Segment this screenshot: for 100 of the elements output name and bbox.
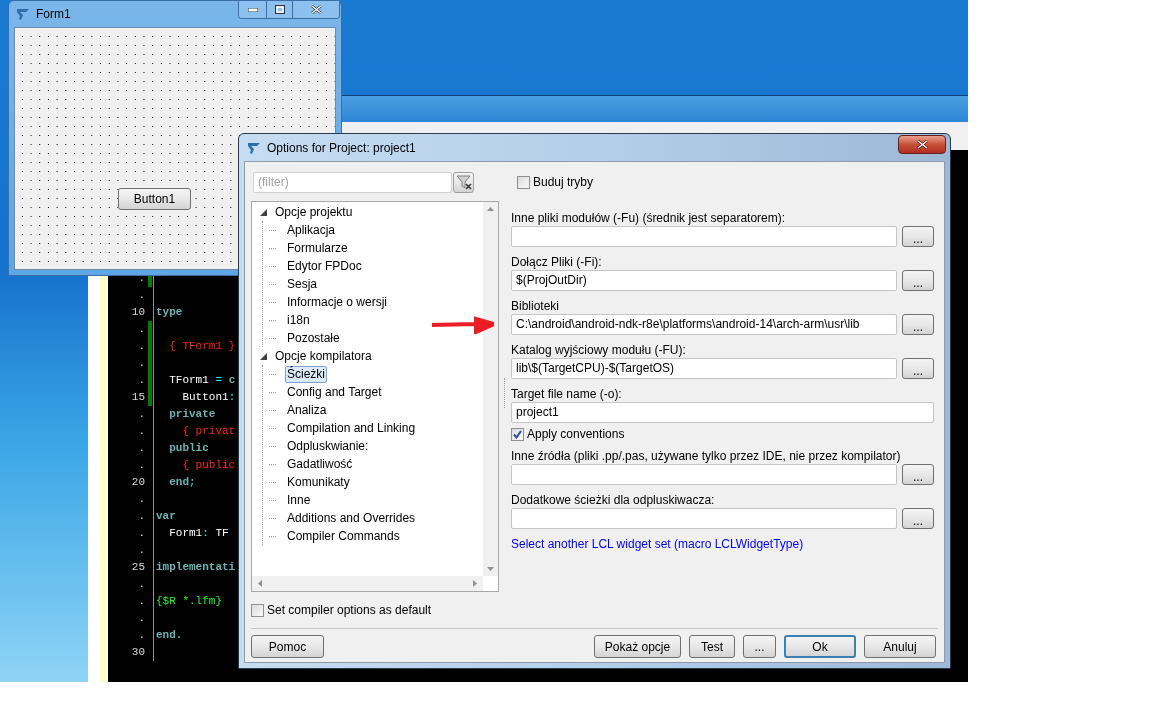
tree-item[interactable]: Config and Target	[285, 383, 384, 401]
browse-button[interactable]: ...	[902, 270, 934, 291]
input-field[interactable]: lib\$(TargetCPU)-$(TargetOS)	[511, 358, 897, 379]
browse-button[interactable]: ...	[902, 226, 934, 247]
input-field[interactable]: $(ProjOutDir)	[511, 270, 897, 291]
line-number: .	[138, 288, 146, 303]
line-number: 20	[131, 475, 146, 490]
expander-icon[interactable]	[260, 352, 267, 360]
close-button[interactable]	[293, 1, 339, 18]
checkbox-label[interactable]: Apply conventions	[527, 425, 625, 443]
dialog-button[interactable]: Test	[689, 635, 735, 658]
vertical-scrollbar[interactable]	[483, 202, 498, 576]
code-line: Button1:	[181, 390, 236, 405]
tree-item[interactable]: Odpluskwianie:	[285, 437, 371, 455]
scroll-right-icon[interactable]	[473, 580, 477, 587]
tree-item[interactable]: Aplikacja	[285, 221, 338, 239]
checkbox[interactable]	[517, 175, 530, 189]
tree-item[interactable]: Opcje kompilatora	[273, 347, 374, 365]
tree-item[interactable]: Additions and Overrides	[285, 509, 418, 527]
tree-item[interactable]: Komunikaty	[285, 473, 352, 491]
browse-button[interactable]: ...	[902, 314, 934, 335]
browse-button[interactable]: ...	[902, 464, 934, 485]
line-number: .	[138, 611, 146, 626]
tree-item[interactable]: Pozostałe	[285, 329, 342, 347]
line-number: .	[138, 441, 146, 456]
close-button[interactable]	[898, 135, 946, 154]
form-button[interactable]: Button1	[118, 188, 191, 210]
horizontal-scrollbar[interactable]	[252, 576, 483, 591]
line-number: .	[138, 407, 146, 422]
code-line: { privat	[181, 424, 236, 439]
app-icon	[247, 140, 261, 155]
tree-item[interactable]: Edytor FPDoc	[285, 257, 364, 275]
line-number: .	[138, 526, 146, 541]
code-line: end.	[155, 628, 183, 643]
scroll-down-icon[interactable]	[487, 567, 494, 571]
line-number: .	[138, 339, 146, 354]
maximize-button[interactable]	[267, 1, 293, 18]
checkbox-label[interactable]: Buduj tryby	[533, 173, 594, 191]
code-line: type	[155, 305, 183, 320]
field-label: Inne źródła (pliki .pp/.pas, używane tylko przez IDE, nie przez kompilator)	[511, 449, 902, 463]
tree-item[interactable]: Compiler Commands	[285, 527, 402, 545]
checkbox[interactable]	[251, 603, 264, 617]
line-number: 10	[131, 305, 146, 320]
input-field[interactable]: C:\android\android-ndk-r8e\platforms\android-14\arch-arm\usr\lib	[511, 314, 897, 335]
input-field[interactable]: project1	[511, 402, 934, 423]
scroll-left-icon[interactable]	[258, 580, 262, 587]
tree-item[interactable]: Sesja	[285, 275, 320, 293]
scroll-up-icon[interactable]	[487, 207, 494, 211]
dialog-button[interactable]: Anuluj	[864, 635, 936, 658]
dialog-button[interactable]: ...	[743, 635, 776, 658]
input-field[interactable]	[511, 508, 897, 529]
dialog-button[interactable]: Ok	[784, 635, 856, 658]
line-number: .	[138, 543, 146, 558]
line-number: .	[138, 424, 146, 439]
window-title: Form1	[36, 6, 71, 23]
line-number: 25	[131, 560, 146, 575]
line-number: .	[138, 458, 146, 473]
field-label: Dodatkowe ścieżki dla odpluskiwacza:	[511, 493, 716, 507]
help-button[interactable]: Pomoc	[251, 635, 324, 658]
input-field[interactable]	[511, 464, 897, 485]
tree-item[interactable]: Compilation and Linking	[285, 419, 418, 437]
code-line: public	[168, 441, 209, 456]
tree-item[interactable]: Ścieżki	[285, 365, 327, 383]
line-number: .	[138, 594, 146, 609]
expander-icon[interactable]	[260, 208, 267, 216]
tree-item[interactable]: Informacje o wersji	[285, 293, 390, 311]
line-number: .	[138, 577, 146, 592]
code-line: TForm1 = c	[168, 373, 236, 388]
line-number: .	[138, 373, 146, 388]
tree-item[interactable]: Analiza	[285, 401, 329, 419]
field-label: Dołącz Pliki (-Fi):	[511, 255, 603, 269]
tree-item[interactable]: Inne	[285, 491, 313, 509]
checkbox[interactable]	[511, 427, 524, 441]
line-number: .	[138, 509, 146, 524]
tree-item[interactable]: i18n	[285, 311, 312, 329]
minimize-icon	[247, 7, 258, 12]
tree-item[interactable]: Formularze	[285, 239, 350, 257]
dialog-button[interactable]: Pokaż opcje	[594, 635, 681, 658]
splitter-handle[interactable]	[504, 378, 506, 408]
widget-set-link[interactable]: Select another LCL widget set (macro LCLWidgetType)	[511, 537, 804, 551]
tree-item[interactable]: Gadatliwość	[285, 455, 355, 473]
field-label: Biblioteki	[511, 299, 561, 313]
close-icon	[916, 140, 928, 149]
input-field[interactable]	[511, 226, 897, 247]
line-number: .	[138, 271, 146, 286]
code-line: { public	[181, 458, 236, 473]
app-icon	[16, 7, 30, 21]
browse-button[interactable]: ...	[902, 508, 934, 529]
code-line: private	[168, 407, 216, 422]
line-number: 15	[131, 390, 146, 405]
line-number: 30	[131, 645, 146, 660]
code-line: {$R *.lfm}	[155, 594, 222, 609]
checkbox-label[interactable]: Set compiler options as default	[267, 601, 432, 619]
clear-filter-button[interactable]	[453, 172, 474, 193]
code-line: implementati	[155, 560, 236, 575]
browse-button[interactable]: ...	[902, 358, 934, 379]
code-line: { TForm1 }	[168, 339, 236, 354]
tree-item[interactable]: Opcje projektu	[273, 203, 355, 221]
code-line: var	[155, 509, 176, 524]
minimize-button[interactable]	[239, 1, 267, 18]
